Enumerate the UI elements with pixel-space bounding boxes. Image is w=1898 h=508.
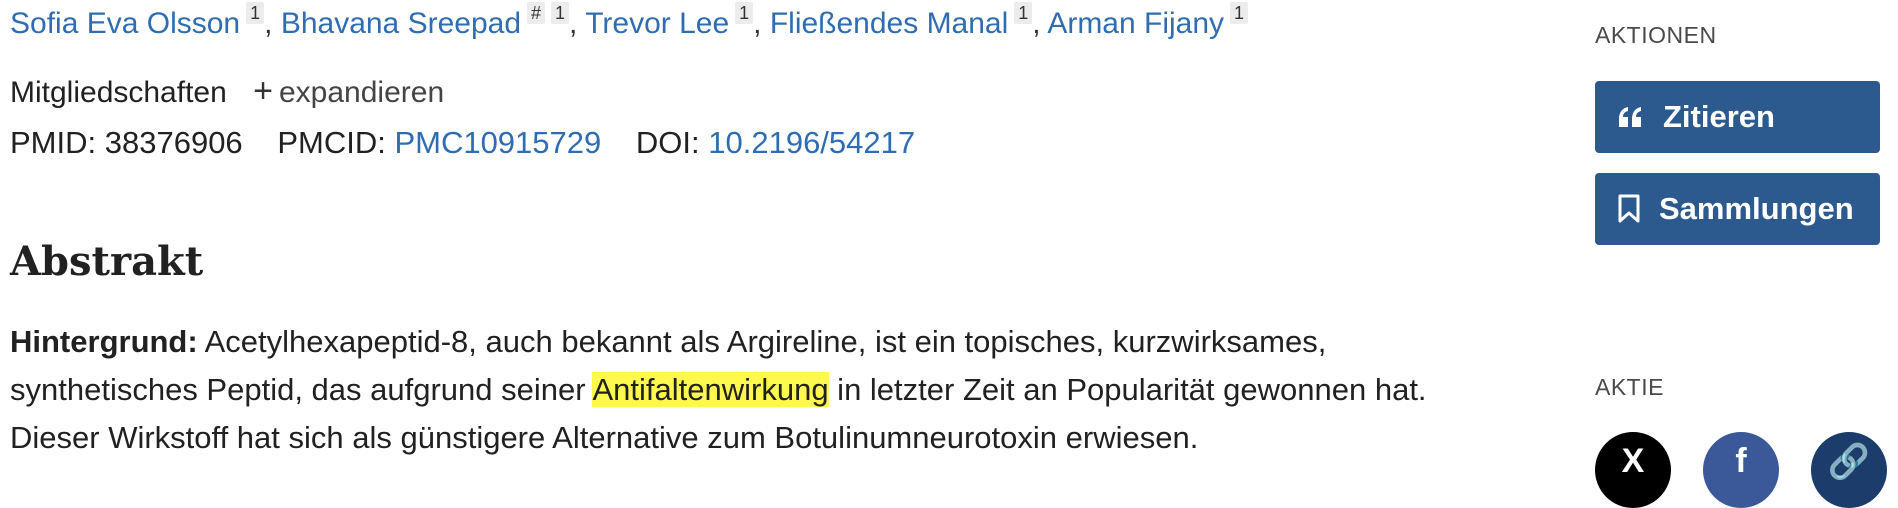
affiliations-row: Mitgliedschaften + expandieren bbox=[10, 72, 444, 111]
bookmark-icon bbox=[1617, 194, 1641, 224]
affiliation-ref[interactable]: 1 bbox=[551, 2, 570, 24]
author-link[interactable]: Fließendes Manal bbox=[770, 7, 1008, 40]
author-link[interactable]: Arman Fijany bbox=[1047, 7, 1224, 40]
abstract-lead: Hintergrund: bbox=[10, 324, 198, 359]
expand-affiliations-button[interactable]: + expandieren bbox=[253, 72, 445, 110]
actions-heading: AKTIONEN bbox=[1595, 22, 1717, 48]
plus-icon: + bbox=[253, 72, 273, 110]
abstract-heading: Abstrakt bbox=[10, 238, 204, 285]
author-link[interactable]: Sofia Eva Olsson bbox=[10, 7, 240, 40]
separator: , bbox=[264, 7, 281, 40]
search-highlight: Antifaltenwirkung bbox=[592, 372, 829, 407]
abstract-paragraph: Hintergrund: Acetylhexapeptid-8, auch be… bbox=[10, 318, 1460, 462]
doi-label: DOI: bbox=[635, 125, 700, 160]
separator: , bbox=[753, 7, 770, 40]
copy-link-button[interactable]: 🔗 bbox=[1811, 432, 1887, 508]
affiliation-ref[interactable]: 1 bbox=[1014, 2, 1033, 24]
pmcid-link[interactable]: PMC10915729 bbox=[394, 125, 601, 160]
x-logo-icon: X bbox=[1621, 442, 1645, 480]
affiliation-ref[interactable]: 1 bbox=[735, 2, 754, 24]
pmid-label: PMID: bbox=[10, 125, 97, 160]
affiliation-ref[interactable]: 1 bbox=[246, 2, 265, 24]
link-icon: 🔗 bbox=[1827, 443, 1871, 481]
pmid-value: 38376906 bbox=[104, 125, 243, 160]
collections-label: Sammlungen bbox=[1659, 191, 1854, 226]
affiliations-label: Mitgliedschaften bbox=[10, 76, 227, 109]
equal-contrib-mark: # bbox=[527, 2, 546, 24]
facebook-icon: f bbox=[1735, 442, 1747, 480]
pmcid-label: PMCID: bbox=[277, 125, 386, 160]
separator: , bbox=[1032, 7, 1048, 40]
separator: , bbox=[569, 7, 586, 40]
author-link[interactable]: Bhavana Sreepad bbox=[281, 7, 521, 40]
cite-button[interactable]: Zitieren bbox=[1595, 81, 1880, 153]
collections-button[interactable]: Sammlungen bbox=[1595, 173, 1880, 245]
author-link[interactable]: Trevor Lee bbox=[585, 7, 729, 40]
affiliation-ref[interactable]: 1 bbox=[1230, 2, 1249, 24]
share-x-button[interactable]: X bbox=[1595, 432, 1671, 508]
expand-label: expandieren bbox=[279, 76, 445, 109]
share-facebook-button[interactable]: f bbox=[1703, 432, 1779, 508]
doi-link[interactable]: 10.2196/54217 bbox=[708, 125, 915, 160]
identifiers-row: PMID: 38376906 PMCID: PMC10915729 DOI: 1… bbox=[10, 125, 915, 161]
cite-label: Zitieren bbox=[1663, 99, 1775, 134]
quote-icon bbox=[1617, 105, 1645, 129]
author-list: Sofia Eva Olsson 1, Bhavana Sreepad #1, Tr… bbox=[10, 2, 1249, 44]
share-heading: AKTIE bbox=[1595, 374, 1664, 400]
share-buttons: X f 🔗 bbox=[1595, 432, 1887, 508]
